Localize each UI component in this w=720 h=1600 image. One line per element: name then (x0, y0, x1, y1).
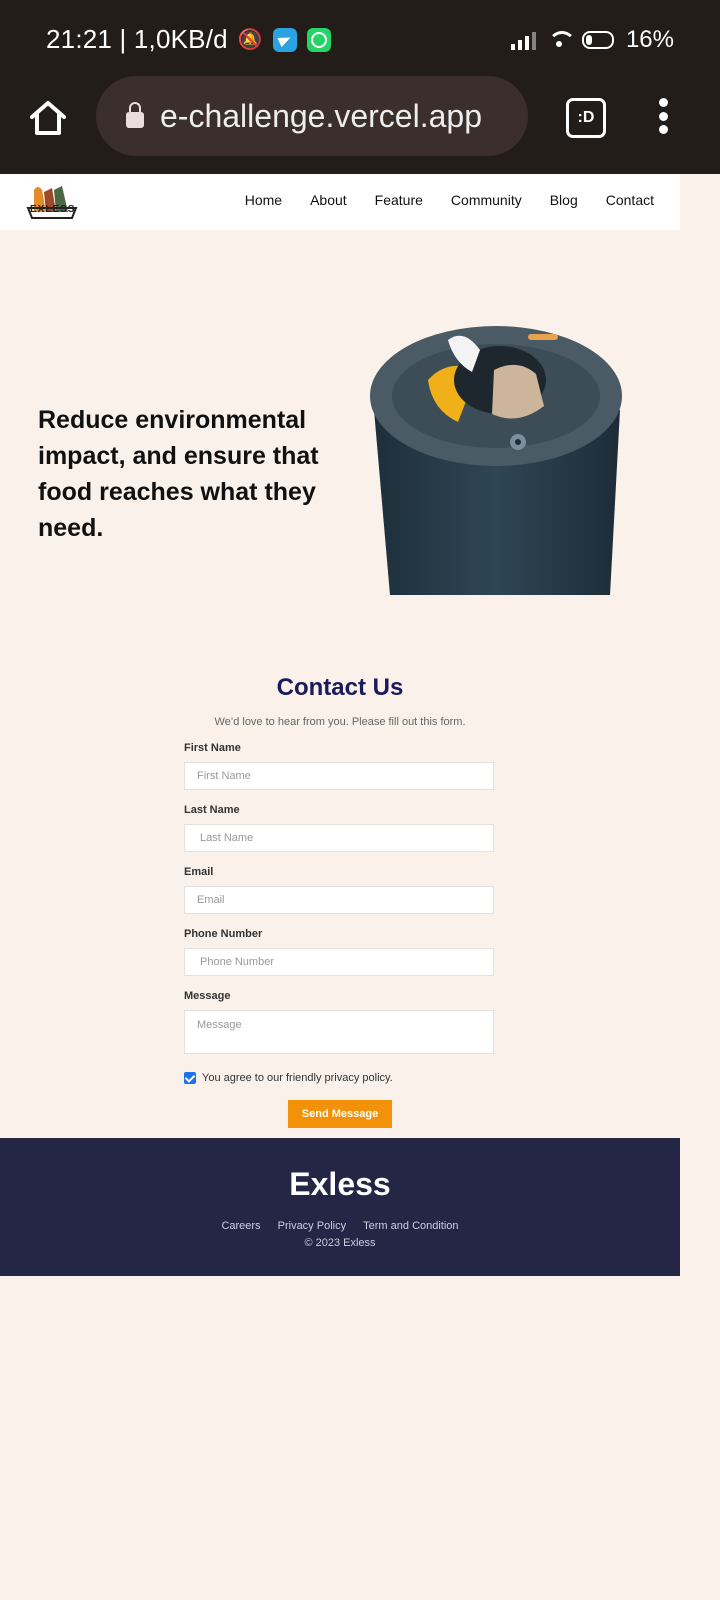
first-name-field[interactable]: First Name (184, 762, 494, 790)
privacy-agree[interactable]: You agree to our friendly privacy policy… (184, 1072, 393, 1084)
battery-percent: 16% (625, 26, 674, 53)
hero-headline: Reduce environmental impact, and ensure … (38, 406, 319, 542)
footer-link-terms[interactable]: Term and Condition (363, 1220, 458, 1232)
privacy-checkbox[interactable] (184, 1072, 196, 1084)
nav-about[interactable]: About (310, 192, 347, 208)
nav-blog[interactable]: Blog (550, 192, 578, 208)
status-time: 21:21 | 1,0KB/d (46, 24, 228, 54)
battery-icon (581, 31, 614, 49)
footer-brand: Exless (289, 1166, 391, 1202)
trash-bin-image (370, 326, 622, 595)
lock-icon (126, 102, 144, 128)
site-nav: EXLESS Home About Feature Community Blog… (0, 174, 680, 230)
telegram-icon (272, 27, 297, 52)
footer: Exless Careers Privacy Policy Term and C… (0, 1138, 680, 1276)
copyright: © 2023 Exless (304, 1237, 376, 1249)
exless-logo[interactable] (24, 182, 80, 222)
wifi-icon (547, 31, 576, 49)
nav-menu: Home About Feature Community Blog Contac… (245, 192, 654, 208)
url-bar[interactable]: e-challenge.vercel.app (96, 76, 528, 156)
logo-text: EXLESS (30, 204, 76, 215)
footer-link-privacy[interactable]: Privacy Policy (278, 1220, 346, 1232)
email-label: Email (184, 866, 214, 878)
message-field[interactable]: Message (184, 1010, 494, 1054)
nav-community[interactable]: Community (451, 192, 522, 208)
privacy-agree-text: You agree to our friendly privacy policy… (202, 1072, 393, 1084)
browser-chrome: 21:21 | 1,0KB/d 🔕 16% e-challenge.vercel… (0, 0, 720, 174)
nav-contact[interactable]: Contact (606, 192, 654, 208)
send-message-button[interactable]: Send Message (288, 1100, 392, 1128)
message-label: Message (184, 990, 231, 1002)
nav-home[interactable]: Home (245, 192, 282, 208)
mute-icon: 🔕 (237, 29, 263, 51)
home-icon[interactable] (28, 98, 68, 138)
status-bar: 21:21 | 1,0KB/d 🔕 16% (0, 0, 720, 80)
email-field[interactable]: Email (184, 886, 494, 914)
phone-label: Phone Number (184, 928, 263, 940)
contact-subtitle: We’d love to hear from you. Please fill … (214, 716, 466, 728)
whatsapp-icon (306, 27, 331, 52)
nav-feature[interactable]: Feature (375, 192, 423, 208)
phone-field[interactable]: Phone Number (184, 948, 494, 976)
footer-link-careers[interactable]: Careers (221, 1220, 260, 1232)
url-text: e-challenge.vercel.app (160, 97, 482, 134)
more-vert-icon[interactable] (658, 98, 668, 134)
tab-switcher-button[interactable]: :D (566, 98, 606, 138)
signal-icon (510, 30, 536, 50)
contact-title: Contact Us (276, 674, 404, 701)
last-name-label: Last Name (184, 804, 240, 816)
footer-links: Careers Privacy Policy Term and Conditio… (0, 1220, 680, 1232)
first-name-label: First Name (184, 742, 241, 754)
last-name-field[interactable]: Last Name (184, 824, 494, 852)
